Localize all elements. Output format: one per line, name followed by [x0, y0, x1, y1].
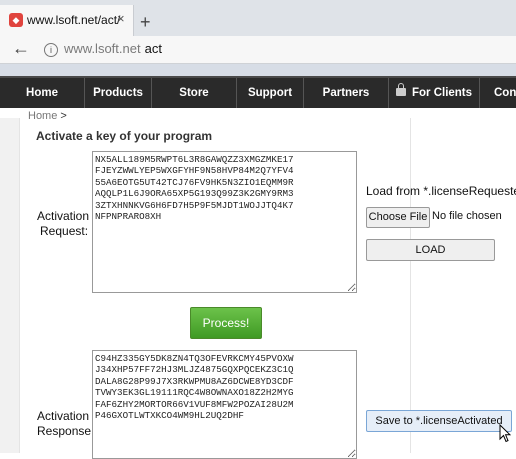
activation-request-field[interactable]: NX5ALL189M5RWPT6L3R8GAWQZZ3XMGZMKE17 FJE… [92, 151, 357, 293]
activation-response-field[interactable]: C94HZ335GY5DK8ZN4TQ3OFEVRKCMY45PVOXW J34… [92, 350, 357, 459]
response-label-line1: Activation [37, 409, 90, 423]
file-status: No file chosen [432, 210, 502, 222]
header-strip [0, 64, 516, 76]
new-tab-icon[interactable]: + [140, 13, 151, 31]
browser-tab[interactable]: ◆ www.lsoft.net/act/ × [0, 5, 134, 36]
load-button[interactable]: LOAD [366, 239, 495, 261]
nav-item-support[interactable]: Support [237, 78, 304, 108]
response-label: Activation Response: [37, 409, 94, 438]
tab-title: www.lsoft.net/act/ [27, 13, 121, 27]
request-label-line2: Request: [40, 224, 89, 238]
nav-item-products[interactable]: Products [85, 78, 152, 108]
page-title: Activate a key of your program [36, 129, 213, 143]
breadcrumb-separator: > [60, 110, 67, 122]
nav-item-store[interactable]: Store [152, 78, 237, 108]
info-icon[interactable]: i [44, 43, 58, 57]
nav-item-for-clients[interactable]: For Clients [389, 78, 480, 108]
url-domain: www.lsoft.net [64, 41, 141, 56]
nav-item-home[interactable]: Home [0, 78, 85, 108]
url-path: act [144, 41, 162, 56]
back-arrow-icon[interactable]: ← [12, 38, 30, 58]
process-button[interactable]: Process! [190, 307, 262, 339]
request-label: Activation Request: [37, 209, 89, 238]
load-from-label: Load from *.licenseRequested [366, 184, 516, 198]
close-icon[interactable]: × [117, 11, 125, 26]
response-label-line2: Response: [37, 424, 95, 438]
nav-item-for-clients-label: For Clients [411, 87, 473, 99]
nav-item-partners[interactable]: Partners [304, 78, 389, 108]
divider [410, 118, 411, 453]
choose-file-button[interactable]: Choose File [366, 207, 430, 228]
mouse-cursor-icon [499, 424, 511, 443]
request-label-line1: Activation [37, 209, 90, 223]
nav-item-contacts[interactable]: Cont [480, 78, 516, 108]
divider [19, 118, 20, 453]
save-button[interactable]: Save to *.licenseActivated [366, 410, 512, 432]
left-gutter [0, 118, 19, 453]
address-bar[interactable]: www.lsoft.net act [64, 41, 162, 56]
breadcrumb: Home > [28, 110, 67, 122]
main-nav: Home Products Store Support Partners For… [0, 76, 516, 108]
favicon-icon: ◆ [9, 13, 23, 27]
breadcrumb-home[interactable]: Home [28, 110, 57, 122]
lock-icon [395, 83, 406, 96]
